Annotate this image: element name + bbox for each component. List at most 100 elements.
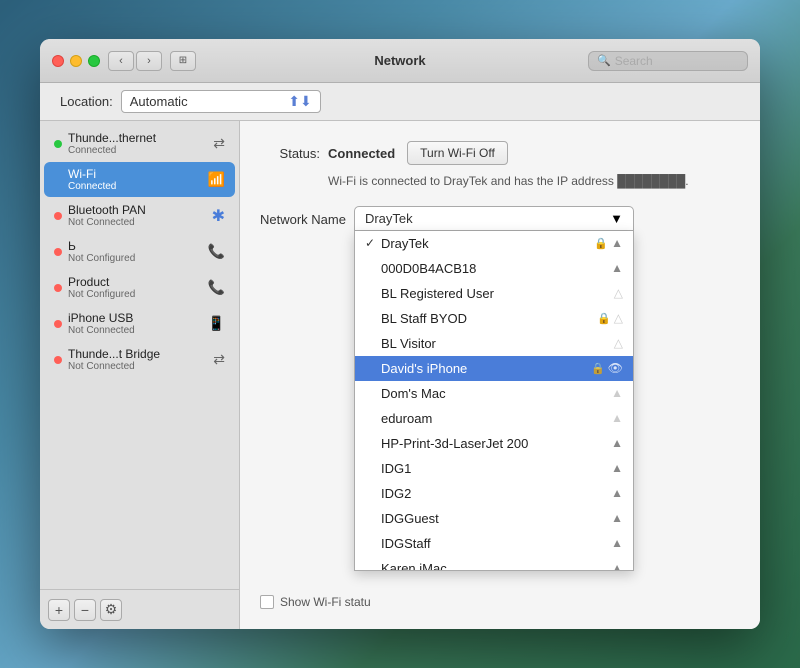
minimize-button[interactable]: [70, 55, 82, 67]
status-label: Status:: [260, 146, 320, 161]
lock-icon: 🔒: [594, 237, 608, 250]
bluetooth-icon: ✱: [212, 206, 225, 226]
network-item[interactable]: BL Staff BYOD 🔒 △: [355, 306, 633, 331]
indicator-thunderbolt-bridge: [54, 356, 62, 364]
network-item[interactable]: Karen iMac ▲: [355, 556, 633, 571]
network-name-row: Network Name DrayTek ▼ ✓ DrayTek 🔒 ▲: [260, 206, 740, 231]
network-icons: 🔒 👁: [591, 361, 623, 375]
sidebar-item-thunderbolt-bridge[interactable]: Thunde...t Bridge Not Connected ⇄: [44, 342, 235, 377]
detail-panel: Status: Connected Turn Wi-Fi Off Wi-Fi i…: [240, 121, 760, 629]
sidebar-footer: + − ⚙: [40, 589, 239, 629]
indicator-product: [54, 284, 62, 292]
network-item[interactable]: BL Visitor △: [355, 331, 633, 356]
item-text-iphone-usb: iPhone USB Not Connected: [68, 311, 204, 336]
item-name-iphone-usb: iPhone USB: [68, 311, 204, 325]
indicator-wifi: [54, 176, 62, 184]
network-dropdown-trigger[interactable]: DrayTek ▼: [354, 206, 634, 231]
network-icons: 🔒 △: [597, 311, 623, 325]
network-icons: ▲: [611, 461, 623, 475]
network-icons: 🔒 ▲: [594, 236, 623, 250]
dropdown-arrow-icon: ▼: [610, 211, 623, 226]
item-status-product: Not Configured: [68, 289, 204, 300]
wifi-signal-icon: △: [614, 311, 623, 325]
wifi-signal-icon: ▲: [611, 511, 623, 525]
network-name-text: IDG2: [381, 486, 605, 501]
wifi-signal-icon: ▲: [611, 386, 623, 400]
sidebar-item-product[interactable]: Product Not Configured 📞: [44, 270, 235, 305]
network-name-text: eduroam: [381, 411, 605, 426]
wifi-signal-icon: ▲: [611, 436, 623, 450]
network-dropdown-menu: ✓ DrayTek 🔒 ▲ 000D0B4ACB18 ▲ BL Register…: [354, 231, 634, 571]
sidebar-items: Thunde...thernet Connected ⇄ Wi-Fi Conne…: [40, 121, 239, 589]
network-item[interactable]: eduroam ▲: [355, 406, 633, 431]
wifi-signal-icon: ▲: [611, 236, 623, 250]
status-description: Wi-Fi is connected to DrayTek and has th…: [328, 173, 740, 190]
network-dropdown-container: DrayTek ▼ ✓ DrayTek 🔒 ▲ 000D0B4ACB18 ▲: [354, 206, 740, 231]
sidebar-item-bluetooth-pan[interactable]: Bluetooth PAN Not Connected ✱: [44, 198, 235, 233]
item-text-bluetooth-pan: Bluetooth PAN Not Connected: [68, 203, 208, 228]
network-icons: ▲: [611, 486, 623, 500]
network-item[interactable]: HP-Print-3d-LaserJet 200 ▲: [355, 431, 633, 456]
desktop: ‹ › ⊞ Network 🔍 Search Location: Automat…: [0, 0, 800, 668]
lock-icon: 🔒: [597, 312, 611, 325]
network-item[interactable]: David's iPhone 🔒 👁: [355, 356, 633, 381]
wifi-signal-icon: ▲: [611, 461, 623, 475]
traffic-lights: [52, 55, 100, 67]
item-text-thunderbolt-ethernet: Thunde...thernet Connected: [68, 131, 209, 156]
item-text-wifi: Wi-Fi Connected: [68, 167, 204, 192]
close-button[interactable]: [52, 55, 64, 67]
network-name-text: BL Registered User: [381, 286, 608, 301]
network-name-text: IDG1: [381, 461, 605, 476]
item-text-product: Product Not Configured: [68, 275, 204, 300]
sidebar-item-wifi[interactable]: Wi-Fi Connected 📶: [44, 162, 235, 197]
sidebar-item-thunderbolt-ethernet[interactable]: Thunde...thernet Connected ⇄: [44, 126, 235, 161]
location-bar: Location: Automatic ⬆⬇: [40, 83, 760, 121]
network-name-text: Dom's Mac: [381, 386, 605, 401]
location-label: Location:: [60, 94, 113, 109]
network-item[interactable]: IDG1 ▲: [355, 456, 633, 481]
indicator-bluetooth-pan: [54, 212, 62, 220]
location-select[interactable]: Automatic ⬆⬇: [121, 90, 321, 113]
network-item[interactable]: IDGGuest ▲: [355, 506, 633, 531]
sidebar-item-lb[interactable]: Ь Not Configured 📞: [44, 234, 235, 269]
network-icons: ▲: [611, 261, 623, 275]
settings-button[interactable]: ⚙: [100, 599, 122, 621]
back-button[interactable]: ‹: [108, 51, 134, 71]
wifi-signal-icon: △: [614, 286, 623, 300]
add-network-button[interactable]: +: [48, 599, 70, 621]
network-name-label: Network Name: [260, 206, 346, 227]
turn-off-wifi-button[interactable]: Turn Wi-Fi Off: [407, 141, 508, 165]
network-item[interactable]: IDGStaff ▲: [355, 531, 633, 556]
network-item[interactable]: BL Registered User △: [355, 281, 633, 306]
wifi-signal-icon: △: [614, 336, 623, 350]
show-status-checkbox[interactable]: [260, 595, 274, 609]
network-icons: ▲: [611, 511, 623, 525]
network-item[interactable]: 000D0B4ACB18 ▲: [355, 256, 633, 281]
network-icons: △: [614, 286, 623, 300]
network-item[interactable]: IDG2 ▲: [355, 481, 633, 506]
network-icons: ▲: [611, 561, 623, 571]
location-arrow-icon: ⬆⬇: [288, 93, 311, 110]
item-name-thunderbolt-bridge: Thunde...t Bridge: [68, 347, 209, 361]
location-value: Automatic: [130, 94, 289, 109]
network-window: ‹ › ⊞ Network 🔍 Search Location: Automat…: [40, 39, 760, 629]
show-status-label: Show Wi-Fi statu: [280, 595, 371, 609]
sidebar: Thunde...thernet Connected ⇄ Wi-Fi Conne…: [40, 121, 240, 629]
maximize-button[interactable]: [88, 55, 100, 67]
grid-button[interactable]: ⊞: [170, 51, 196, 71]
search-icon: 🔍: [597, 54, 611, 67]
wifi-signal-icon: ▲: [611, 261, 623, 275]
sidebar-item-iphone-usb[interactable]: iPhone USB Not Connected 📱: [44, 306, 235, 341]
hotspot-icon: 👁: [608, 361, 623, 375]
network-name-text: DrayTek: [381, 236, 588, 251]
item-text-lb: Ь Not Configured: [68, 239, 204, 264]
forward-button[interactable]: ›: [136, 51, 162, 71]
search-bar[interactable]: 🔍 Search: [588, 51, 748, 71]
phone2-icon: 📞: [208, 279, 225, 296]
wifi-signal-icon: ▲: [611, 411, 623, 425]
network-item[interactable]: Dom's Mac ▲: [355, 381, 633, 406]
wifi-icon: 📶: [208, 171, 225, 188]
network-item[interactable]: ✓ DrayTek 🔒 ▲: [355, 231, 633, 256]
remove-network-button[interactable]: −: [74, 599, 96, 621]
item-status-thunderbolt-bridge: Not Connected: [68, 361, 209, 372]
